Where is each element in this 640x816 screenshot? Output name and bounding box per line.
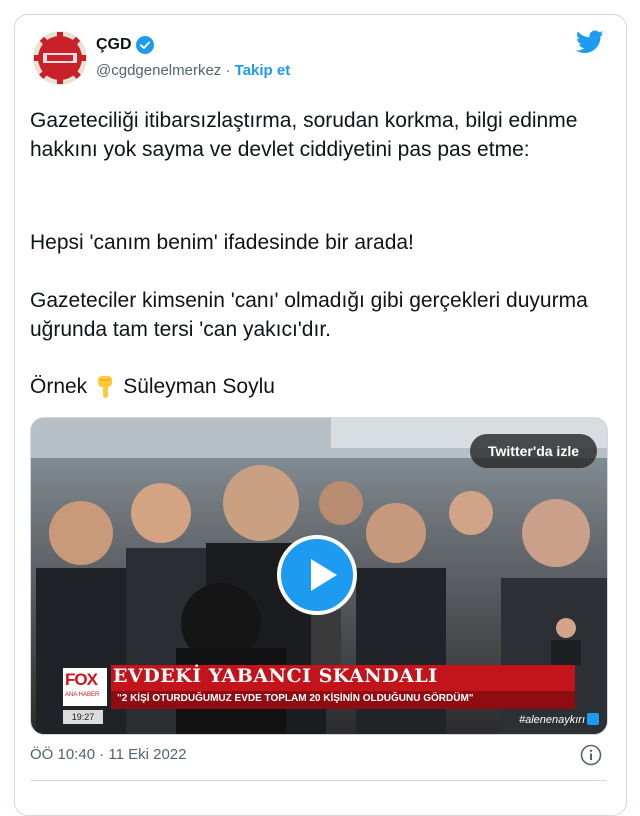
broadcast-hashtag: #alenenaykırı bbox=[518, 714, 585, 726]
follow-button[interactable]: Takip et bbox=[235, 62, 291, 79]
author-name[interactable]: ÇGD bbox=[96, 36, 132, 54]
broadcast-clock: 19:27 bbox=[63, 710, 103, 724]
tweet-paragraph-4-start: Örnek bbox=[30, 375, 88, 398]
video-player[interactable]: Twitter'da izle FOX ANA HABER EVDEKİ YAB… bbox=[30, 417, 608, 735]
tweet-paragraph-1: Gazeteciliği itibarsızlaştırma, sorudan … bbox=[30, 109, 578, 161]
author-name-row[interactable]: ÇGD bbox=[96, 36, 154, 54]
tweet-timestamp[interactable]: ÖÖ 10:40 · 11 Eki 2022 bbox=[30, 746, 186, 763]
news-headline: EVDEKİ YABANCI SKANDALI bbox=[113, 665, 438, 687]
play-icon[interactable] bbox=[277, 535, 357, 615]
channel-logo-sub: ANA HABER bbox=[65, 692, 100, 698]
news-subline: "2 KİŞİ OTURDUĞUMUZ EVDE TOPLAM 20 KİŞİN… bbox=[117, 693, 474, 704]
pointing-down-emoji-icon bbox=[95, 374, 115, 400]
tweet-paragraph-4-end: Süleyman Soylu bbox=[123, 375, 275, 398]
twitter-bird-icon[interactable] bbox=[575, 30, 604, 54]
tweet-paragraph-3: Gazeteciler kimsenin 'canı' olmadığı gib… bbox=[30, 289, 588, 341]
tweet-paragraph-4: Örnek Süleyman Soylu bbox=[30, 372, 275, 401]
author-handle[interactable]: @cgdgenelmerkez bbox=[96, 62, 221, 79]
handle-row: @cgdgenelmerkez · Takip et bbox=[96, 62, 290, 79]
channel-logo-text: FOX bbox=[65, 670, 98, 689]
twitter-mini-icon bbox=[587, 713, 599, 725]
watch-on-twitter-button[interactable]: Twitter'da izle bbox=[470, 434, 597, 468]
info-icon[interactable] bbox=[580, 744, 602, 766]
separator: · bbox=[225, 62, 231, 79]
channel-logo: FOX ANA HABER bbox=[63, 668, 107, 706]
verified-badge-icon bbox=[135, 36, 154, 54]
tweet-paragraph-2: Hepsi 'canım benim' ifadesinde bir arada… bbox=[30, 231, 414, 254]
avatar[interactable] bbox=[33, 31, 87, 85]
footer-divider bbox=[30, 780, 606, 781]
